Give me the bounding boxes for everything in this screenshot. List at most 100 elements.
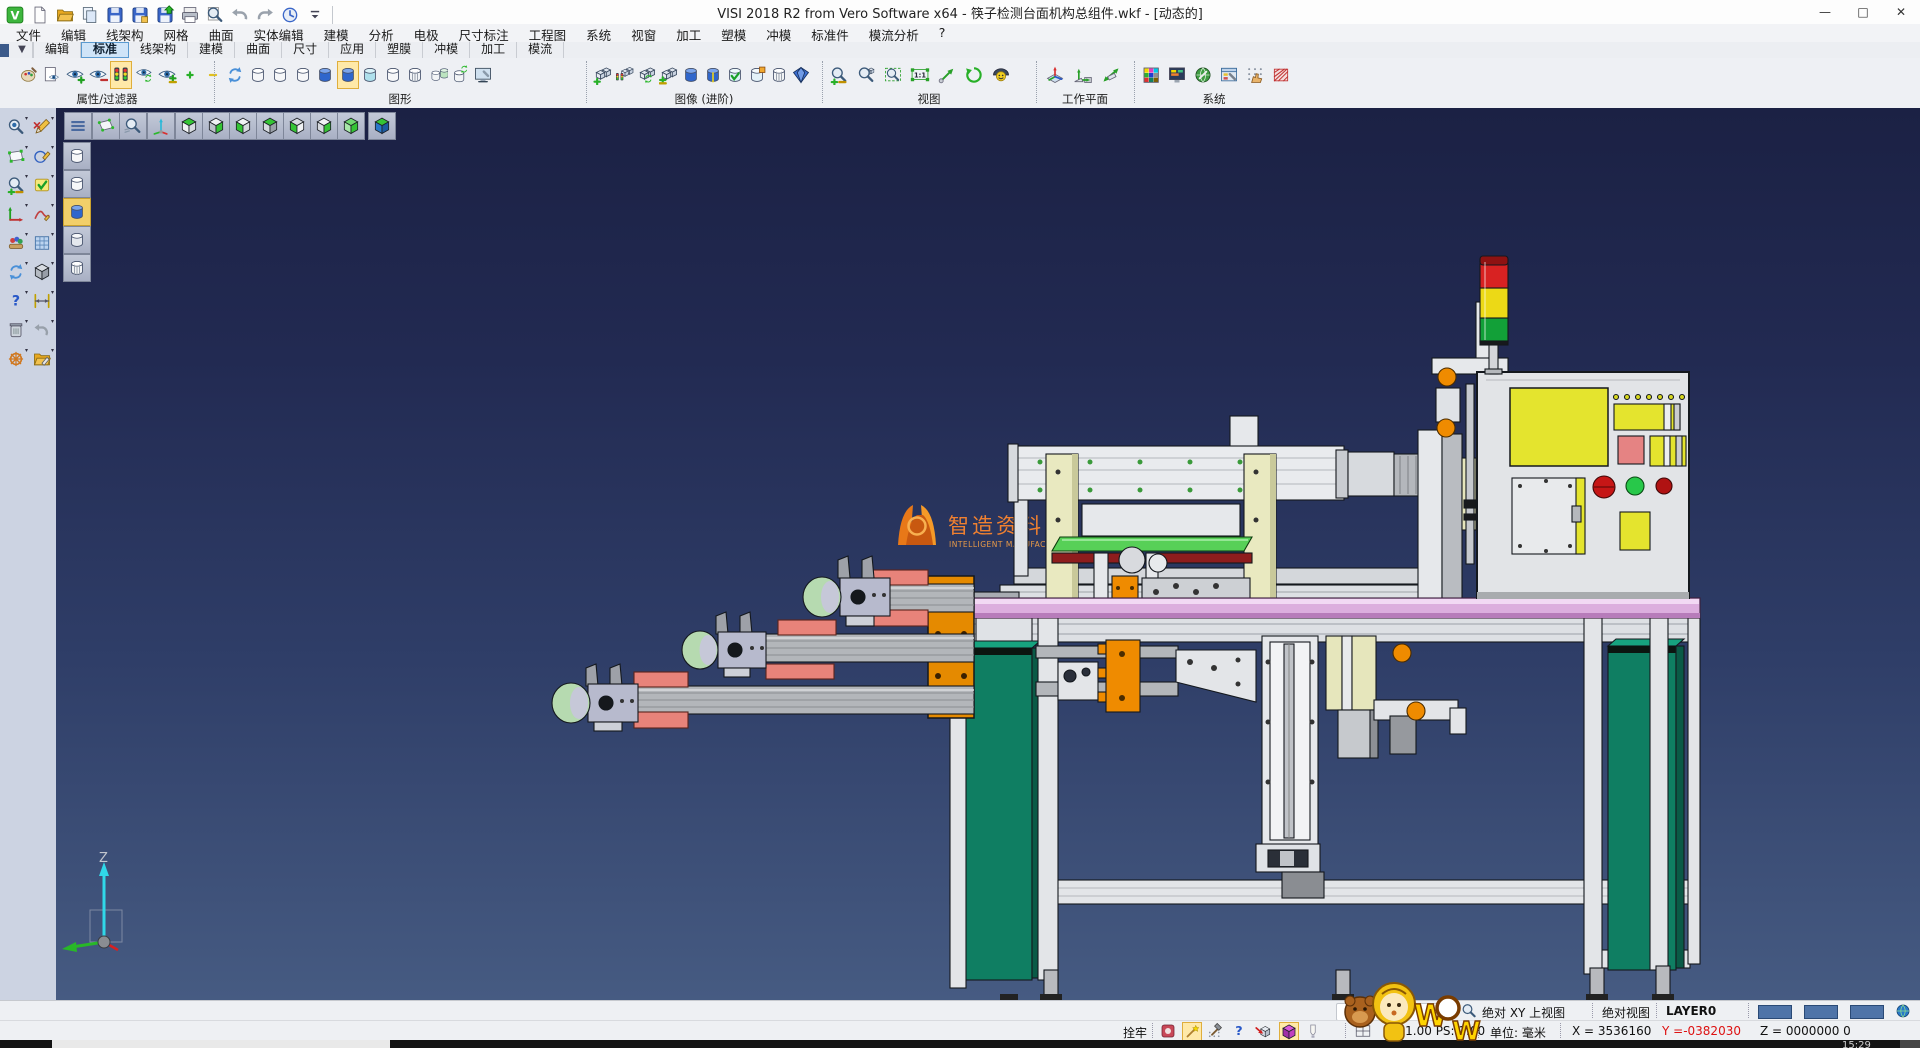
eye-remove-button[interactable] [87,61,109,89]
globe-tools-button[interactable] [1192,61,1214,89]
tab-应用[interactable]: 应用 [329,42,376,58]
color-swatch[interactable] [1758,1005,1792,1019]
view-cube-shaded[interactable] [368,112,396,140]
search-icon[interactable] [1460,1002,1478,1019]
sidebar-undo-gray[interactable]: ▾ [30,317,54,343]
menu-6[interactable]: 建模 [314,24,359,42]
wp-axis-button[interactable] [1044,61,1066,89]
wp-axis-free-button[interactable] [1100,61,1122,89]
page-eye-button[interactable] [41,61,63,89]
sidebar-zoom-pm[interactable]: ▾ [4,172,28,198]
tab-冲模[interactable]: 冲模 [423,42,470,58]
close-button[interactable]: ✕ [1882,0,1920,23]
cyl-outline-button[interactable] [292,61,314,89]
sidebar-circle-pencil[interactable]: ▾ [30,143,54,169]
menu-7[interactable]: 分析 [359,24,404,42]
tab-塑膜[interactable]: 塑膜 [376,42,423,58]
menu-17[interactable]: 模流分析 [859,24,929,42]
cyl-outline-button[interactable] [382,61,404,89]
cyl-blue-button[interactable] [337,61,359,89]
eye-plusminus-button[interactable] [156,61,178,89]
sidebar-question-blue[interactable]: ?▾ [4,288,28,314]
sidebar-check-box[interactable]: ▾ [30,172,54,198]
menu-2[interactable]: 线架构 [96,24,154,42]
sidebar-trash[interactable]: ▾ [4,317,28,343]
status-cube-arrow[interactable] [1254,1022,1272,1039]
menu-1[interactable]: 编辑 [51,24,96,42]
cyl-double-button[interactable] [427,61,449,89]
status-hammer-grid[interactable] [1206,1022,1224,1039]
eye-refresh-button[interactable] [133,61,155,89]
menu-0[interactable]: 文件 [6,24,51,42]
view-cube-right[interactable] [310,112,338,140]
tab-尺寸[interactable]: 尺寸 [282,42,329,58]
sidebar-grid-win[interactable]: ▾ [30,230,54,256]
menu-18[interactable]: ? [929,24,956,42]
color-swatch[interactable] [1850,1005,1884,1019]
menu-16[interactable]: 标准件 [801,24,859,42]
tools-monitor-button[interactable] [472,61,494,89]
3d-viewport[interactable]: 智造资料网 INTELLIGENT MANUFACTURING DATA [56,108,1920,1000]
tab-overflow-dropdown[interactable]: ▼ [12,42,33,58]
zoom-frame-button[interactable] [882,61,904,89]
display-mode-4[interactable] [63,254,91,282]
menu-10[interactable]: 工程图 [519,24,577,42]
status-record-badge[interactable] [1159,1022,1177,1039]
view-cube-left[interactable] [229,112,257,140]
zoom-11-button[interactable]: 1:1 [909,61,931,89]
layer-indicator[interactable]: LAYER0 [1666,1004,1716,1018]
arrow-diag-button[interactable] [936,61,958,89]
palette-filter-button[interactable] [18,61,40,89]
cubes-plusminus-button[interactable] [658,61,680,89]
cubes-refresh-button[interactable] [636,61,658,89]
status-cube-purple[interactable] [1279,1022,1299,1041]
cyl-striped-button[interactable] [404,61,426,89]
view-cube-top[interactable] [175,112,203,140]
menu-15[interactable]: 冲模 [756,24,801,42]
menu-4[interactable]: 曲面 [199,24,244,42]
traffic-filter-button[interactable] [110,61,132,89]
status-question-blue[interactable]: ? [1230,1022,1248,1039]
wp-axis-move-button[interactable] [1072,61,1094,89]
sidebar-wheel[interactable]: ▾ [4,346,28,372]
view-plane-white[interactable] [92,112,120,140]
view-menu-lines[interactable] [64,112,92,140]
tab-曲面[interactable]: 曲面 [235,42,282,58]
tab-线架构[interactable]: 线架构 [129,42,188,58]
status-magic-wand[interactable] [1182,1022,1202,1041]
cubes-traffic-button[interactable] [614,61,636,89]
menu-3[interactable]: 网格 [154,24,199,42]
minus-yellow-button[interactable] [202,61,224,89]
grid-red-button[interactable] [1270,61,1292,89]
sidebar-measure[interactable]: ▾ [30,288,54,314]
lock-label[interactable]: 拴牢 [1123,1024,1147,1041]
sidebar-refresh-blue[interactable]: ▾ [4,259,28,285]
os-taskbar[interactable]: 15:29 [0,1040,1920,1048]
eye-add-button[interactable] [64,61,86,89]
view-cube-front[interactable] [283,112,311,140]
hand-grid-button[interactable] [1244,61,1266,89]
globe-icon[interactable] [1894,1002,1912,1019]
cyl-cyan-button[interactable] [359,61,381,89]
cyl-outline-button[interactable] [247,61,269,89]
menu-8[interactable]: 电极 [404,24,449,42]
cyl-blue-button[interactable] [680,61,702,89]
sidebar-plane-sel[interactable]: ▾ [4,143,28,169]
view-smiley-button[interactable] [990,61,1012,89]
taskbar-window-segment[interactable] [52,1040,390,1048]
sidebar-zoom-eye[interactable]: ▾ [4,114,28,140]
cyl-outline-button[interactable] [269,61,291,89]
cyl-blue-button[interactable] [314,61,336,89]
color-swatch[interactable] [1804,1005,1838,1019]
window-tools-button[interactable] [1218,61,1240,89]
zoom-pm-button[interactable] [828,61,850,89]
minimize-button[interactable]: — [1806,0,1844,23]
view-orientation-label[interactable]: 绝对 XY 上视图 [1482,1004,1565,1021]
monitor-colors-button[interactable] [1166,61,1188,89]
gem-blue-button[interactable] [790,61,812,89]
maximize-button[interactable]: □ [1844,0,1882,23]
view-zoom-fly[interactable] [119,112,147,140]
sidebar-cube-gray[interactable]: ▾ [30,259,54,285]
menu-9[interactable]: 尺寸标注 [449,24,519,42]
menu-14[interactable]: 塑模 [711,24,756,42]
